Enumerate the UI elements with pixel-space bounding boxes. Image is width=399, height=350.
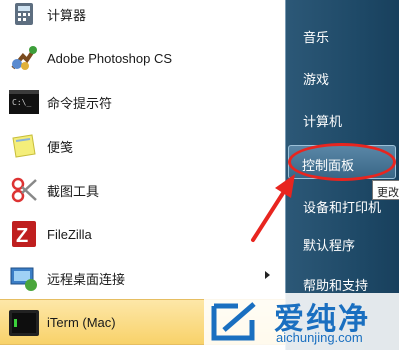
red-arrow-icon (251, 174, 295, 242)
watermark: 爱纯净 aichunjing.com (204, 293, 399, 350)
command-prompt-icon: C:\_ (9, 88, 39, 116)
snipping-tool-icon (9, 176, 39, 204)
program-label: 计算器 (47, 7, 87, 23)
right-item-label: 计算机 (303, 114, 343, 129)
program-label: 远程桌面连接 (47, 271, 126, 287)
right-item-label: 游戏 (303, 72, 330, 87)
program-sticky-notes[interactable]: 便笺 (0, 124, 285, 168)
program-label: 便笺 (47, 139, 74, 155)
watermark-logo-icon (211, 302, 256, 341)
right-item-computer[interactable]: 计算机 (286, 102, 399, 136)
iterm-icon (9, 309, 39, 337)
submenu-arrow-icon[interactable] (265, 271, 270, 279)
program-command-prompt[interactable]: C:\_ 命令提示符 (0, 80, 285, 124)
watermark-domain: aichunjing.com (276, 330, 363, 345)
program-label: iTerm (Mac) (47, 314, 116, 330)
program-filezilla[interactable]: Z FileZilla (0, 212, 285, 256)
right-item-games[interactable]: 游戏 (286, 60, 399, 94)
tooltip: 更改 (372, 180, 399, 200)
right-item-label: 设备和打印机 (303, 200, 382, 215)
program-snipping-tool[interactable]: 截图工具 (0, 168, 285, 212)
sticky-notes-icon (9, 132, 39, 160)
program-photoshop[interactable]: Adobe Photoshop CS (0, 36, 285, 80)
program-calculator[interactable]: 计算器 (0, 0, 285, 36)
program-label: Adobe Photoshop CS (47, 50, 173, 66)
svg-text:Z: Z (16, 225, 28, 247)
calculator-icon (9, 0, 39, 28)
program-label: 命令提示符 (47, 95, 113, 111)
right-item-label: 默认程序 (303, 238, 356, 253)
photoshop-icon (9, 44, 39, 72)
program-label: 截图工具 (47, 183, 100, 199)
right-item-label: 帮助和支持 (303, 278, 369, 293)
remote-desktop-icon (9, 264, 39, 292)
svg-text:C:\_: C:\_ (12, 98, 31, 107)
right-item-label: 音乐 (303, 30, 330, 45)
filezilla-icon: Z (9, 220, 39, 248)
right-item-music[interactable]: 音乐 (286, 18, 399, 52)
program-label: FileZilla (47, 226, 92, 242)
